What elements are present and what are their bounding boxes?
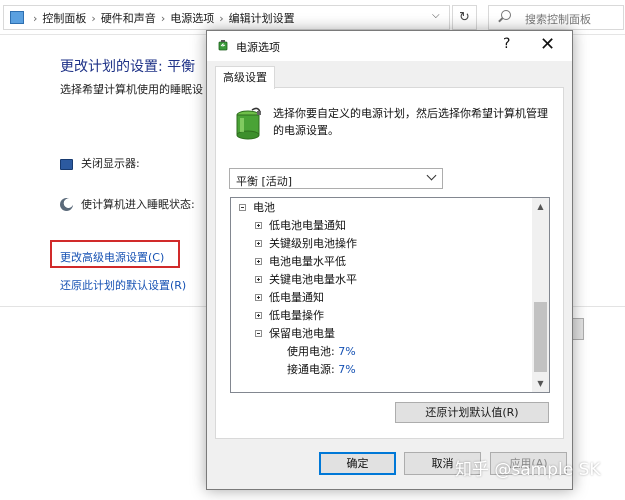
watermark: 知乎 @sample SK: [455, 460, 601, 480]
expand-icon[interactable]: [255, 258, 262, 265]
battery-plan-icon: [236, 107, 261, 140]
breadcrumb-control-panel[interactable]: 控制面板: [42, 12, 86, 25]
tree-item-label: 保留电池电量: [269, 327, 335, 340]
help-button[interactable]: ?: [503, 36, 510, 52]
tree-item-label: 电池电量水平低: [269, 255, 346, 268]
chevron-right-icon: ›: [160, 12, 166, 25]
turn-off-display-row: 关闭显示器:: [60, 155, 140, 171]
refresh-button[interactable]: ↻: [452, 5, 477, 30]
tab-advanced-settings[interactable]: 高级设置: [215, 66, 275, 89]
expand-icon[interactable]: [255, 294, 262, 301]
tree-leaf-label: 接通电源:: [287, 363, 335, 376]
tree-item-critical-battery-action[interactable]: 关键级别电池操作: [255, 235, 357, 253]
advanced-power-settings-link[interactable]: 更改高级电源设置(C): [60, 249, 164, 265]
tree-item-low-power-action[interactable]: 低电量操作: [255, 307, 324, 325]
tree-leaf-value[interactable]: 7%: [338, 363, 355, 376]
scroll-down-icon[interactable]: ▼: [532, 375, 549, 392]
tree-item-low-battery-notification[interactable]: 低电池电量通知: [255, 217, 346, 235]
turn-off-display-label: 关闭显示器:: [81, 157, 140, 170]
chevron-down-icon: [426, 170, 437, 181]
restore-plan-defaults-button[interactable]: 还原计划默认值(R): [395, 402, 549, 423]
chevron-right-icon: ›: [33, 12, 38, 25]
close-button[interactable]: ✕: [540, 34, 555, 55]
sleep-label: 使计算机进入睡眠状态:: [81, 198, 195, 211]
chevron-right-icon: ›: [91, 12, 96, 25]
tree-item-label: 低电量操作: [269, 309, 324, 322]
tree-item-reserve-battery-level[interactable]: 保留电池电量: [255, 325, 335, 343]
dialog-title: 电源选项: [236, 41, 280, 54]
refresh-icon: ↻: [459, 10, 470, 25]
tree-item-label: 关键电池电量水平: [269, 273, 357, 286]
tree-leaf-plugged-in[interactable]: 接通电源: 7%: [287, 361, 356, 379]
sleep-row: 使计算机进入睡眠状态:: [60, 196, 195, 212]
dialog-titlebar[interactable]: 电源选项 ? ✕: [207, 31, 572, 61]
plan-selected-value: 平衡 [活动]: [236, 175, 293, 188]
settings-tree[interactable]: 电池 低电池电量通知 关键级别电池操作 电池电量水平低 关键电池电量水平 低电量…: [230, 197, 550, 393]
tree-item-label: 电池: [253, 201, 275, 214]
page-subtitle: 选择希望计算机使用的睡眠设: [60, 83, 203, 96]
tree-item-battery[interactable]: 电池: [239, 199, 275, 217]
breadcrumb[interactable]: › 控制面板 › 硬件和声音 › 电源选项 › 编辑计划设置 ⌵: [3, 5, 450, 30]
expand-icon[interactable]: [255, 312, 262, 319]
tree-item-label: 低电量通知: [269, 291, 324, 304]
ok-button[interactable]: 确定: [319, 452, 396, 475]
tree-item-low-battery-level[interactable]: 电池电量水平低: [255, 253, 346, 271]
dialog-description: 选择你要自定义的电源计划，然后选择你希望计算机管理的电源设置。: [273, 107, 548, 137]
search-icon: [501, 10, 511, 20]
breadcrumb-power-options[interactable]: 电源选项: [170, 12, 214, 25]
control-panel-icon: [10, 11, 24, 24]
chevron-right-icon: ›: [219, 12, 224, 25]
tree-leaf-on-battery[interactable]: 使用电池: 7%: [287, 343, 356, 361]
tree-item-low-power-notification[interactable]: 低电量通知: [255, 289, 324, 307]
collapse-icon[interactable]: [239, 204, 246, 211]
scroll-up-icon[interactable]: ▲: [532, 198, 549, 215]
power-options-dialog: 电源选项 ? ✕ 高级设置 选择你要自定义的电源计划，然后选择你希望计算机管理的…: [206, 30, 573, 490]
search-placeholder: 搜索控制面板: [525, 13, 591, 26]
breadcrumb-hardware-sound[interactable]: 硬件和声音: [101, 12, 156, 25]
chevron-down-icon[interactable]: ⌵: [432, 10, 440, 21]
tree-item-critical-battery-level[interactable]: 关键电池电量水平: [255, 271, 357, 289]
background-button-edge: [572, 318, 584, 340]
restore-plan-defaults-link[interactable]: 还原此计划的默认设置(R): [60, 277, 186, 293]
tree-item-label: 关键级别电池操作: [269, 237, 357, 250]
tree-item-label: 低电池电量通知: [269, 219, 346, 232]
expand-icon[interactable]: [255, 222, 262, 229]
tree-scrollbar[interactable]: ▲ ▼: [532, 198, 549, 392]
page-title: 更改计划的设置: 平衡: [60, 59, 196, 75]
expand-icon[interactable]: [255, 276, 262, 283]
tree-leaf-value[interactable]: 7%: [338, 345, 355, 358]
plan-dropdown[interactable]: 平衡 [活动]: [229, 168, 443, 189]
tree-leaf-label: 使用电池:: [287, 345, 335, 358]
monitor-icon: [60, 159, 73, 170]
collapse-icon[interactable]: [255, 330, 262, 337]
expand-icon[interactable]: [255, 240, 262, 247]
search-input[interactable]: 搜索控制面板: [488, 5, 624, 30]
breadcrumb-edit-plan[interactable]: 编辑计划设置: [229, 12, 295, 25]
moon-icon: [60, 198, 73, 211]
power-options-icon: [218, 40, 228, 51]
scrollbar-thumb[interactable]: [534, 302, 547, 372]
